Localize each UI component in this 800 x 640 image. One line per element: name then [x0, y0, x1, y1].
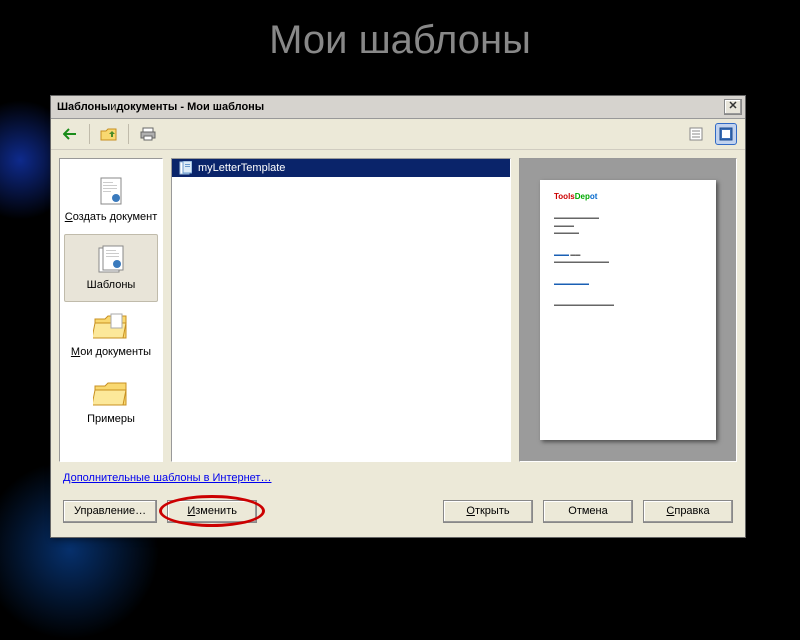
toolbar — [51, 119, 745, 150]
templates-dialog: Шаблоны и документы - Мои шаблоны — [50, 95, 746, 538]
print-button[interactable] — [137, 123, 159, 145]
slide-title: Мои шаблоны — [0, 0, 800, 75]
sidebar-item-my-documents[interactable]: Мои документы — [60, 302, 162, 369]
link-row: Дополнительные шаблоны в Интернет… — [51, 470, 745, 492]
edit-button[interactable]: Изменить — [167, 500, 257, 523]
sidebar-item-templates[interactable]: Шаблоны — [64, 234, 158, 303]
title-main: Шаблоны — [57, 101, 110, 113]
print-icon — [140, 127, 156, 141]
up-button[interactable] — [98, 123, 120, 145]
sidebar-item-new-document[interactable]: Создать документ — [60, 167, 162, 234]
toolbar-separator — [89, 124, 90, 144]
category-sidebar: Создать документ Шаблоны Мои документы П… — [59, 158, 163, 462]
list-view-icon — [689, 127, 703, 141]
sidebar-item-examples[interactable]: Примеры — [60, 369, 162, 436]
sidebar-item-label: Примеры — [87, 413, 135, 426]
close-icon — [729, 101, 737, 109]
toolbar-separator — [128, 124, 129, 144]
title-sub: документы - Мои шаблоны — [116, 101, 264, 113]
preview-view-button[interactable] — [715, 123, 737, 145]
back-arrow-icon — [63, 128, 77, 140]
folder-up-icon — [100, 126, 118, 142]
templates-icon — [94, 242, 128, 276]
list-view-button[interactable] — [685, 123, 707, 145]
cancel-button[interactable]: Отмена — [543, 500, 633, 523]
sidebar-item-label: Мои документы — [71, 346, 151, 359]
sidebar-item-label: Создать документ — [65, 211, 158, 224]
help-button[interactable]: Справка — [643, 500, 733, 523]
button-bar: Управление… Изменить Открыть Отмена Спра… — [51, 492, 745, 537]
folder-documents-icon — [93, 311, 129, 341]
titlebar: Шаблоны и документы - Мои шаблоны — [51, 96, 745, 119]
manage-button[interactable]: Управление… — [63, 500, 157, 523]
back-button[interactable] — [59, 123, 81, 145]
file-list-item[interactable]: myLetterTemplate — [172, 159, 510, 177]
close-button[interactable] — [724, 99, 742, 115]
folder-examples-icon — [93, 378, 129, 408]
content-area: Создать документ Шаблоны Мои документы П… — [51, 150, 745, 470]
preview-view-icon — [719, 127, 733, 141]
more-templates-link[interactable]: Дополнительные шаблоны в Интернет… — [63, 472, 271, 484]
new-document-icon — [94, 174, 128, 208]
open-button[interactable]: Открыть — [443, 500, 533, 523]
file-name: myLetterTemplate — [198, 162, 285, 174]
sidebar-item-label: Шаблоны — [87, 279, 136, 292]
template-file-icon — [178, 161, 192, 175]
preview-pane: ToolsDepot ▬▬▬▬▬▬▬▬▬▬▬▬▬▬▬▬▬▬ ▬▬▬ ▬▬▬▬▬▬… — [519, 158, 737, 462]
preview-page: ToolsDepot ▬▬▬▬▬▬▬▬▬▬▬▬▬▬▬▬▬▬ ▬▬▬ ▬▬▬▬▬▬… — [540, 180, 716, 440]
file-list[interactable]: myLetterTemplate — [171, 158, 511, 462]
